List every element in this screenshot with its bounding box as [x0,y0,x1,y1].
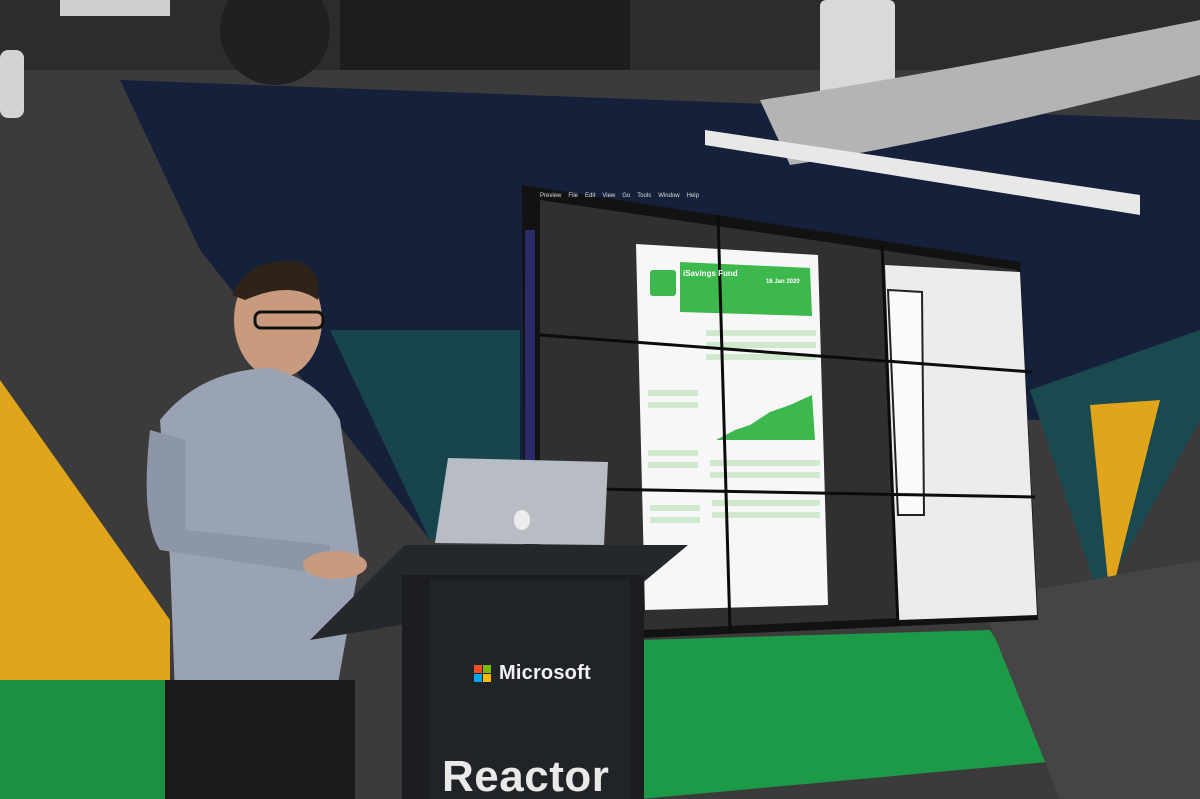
menu-item: Window [658,193,680,199]
apple-icon [514,510,530,530]
menu-item: Preview [540,193,562,199]
photo-scene: Preview File Edit View Go Tools Window H… [0,0,1200,799]
microsoft-logo-icon [474,665,491,682]
menu-item: File [568,193,579,199]
laptop [435,458,608,545]
menu-item: Edit [585,193,596,199]
background-art [0,0,1200,799]
ceiling-light-left [60,0,170,16]
document-date: 16 Jan 2020 [766,279,800,285]
microsoft-wordmark: Microsoft [499,662,591,684]
ceiling-vent [340,0,630,70]
menu-item: View [602,193,616,199]
menu-item: Tools [637,193,652,199]
document-title: iSavings Fund [683,269,738,278]
menu-item: Help [686,193,699,199]
screen-menubar: Preview File Edit View Go Tools Window H… [540,193,699,199]
document-logo [650,270,676,296]
presenter-hand [303,551,367,579]
microsoft-brand: Microsoft [474,662,591,685]
presenter-trousers [165,680,355,799]
wall-green-left [0,680,180,799]
reactor-sign: Reactor [442,752,610,799]
menu-item: Go [622,193,631,199]
dock [525,230,535,460]
camera-icon [0,50,24,118]
laptop-lid [435,458,608,545]
